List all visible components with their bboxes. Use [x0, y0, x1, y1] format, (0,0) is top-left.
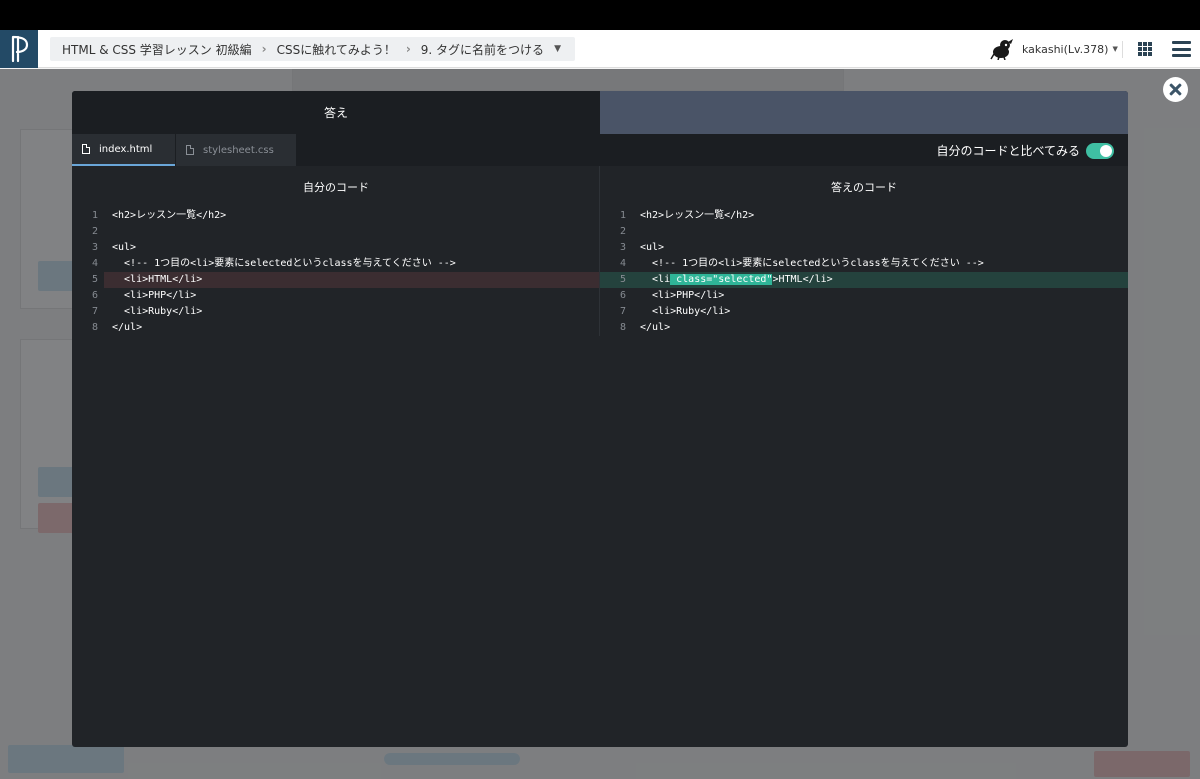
code-line: 2	[620, 226, 627, 237]
diff-highlight: class="selected"	[670, 274, 773, 285]
user-name: kakashi(Lv.378)	[1022, 42, 1109, 56]
logo[interactable]	[0, 30, 38, 68]
my-code-editor: 1 <h2>レッスン一覧</h2> 2 3 <ul> 4 <!-- 1つ目の<li>…	[72, 208, 600, 336]
my-code-pane: 自分のコード 1 <h2>レッスン一覧</h2> 2 3 <ul> 4 <!-- 1…	[72, 166, 600, 747]
file-tab-index-html[interactable]: index.html	[72, 134, 175, 166]
code-line: 3 <ul>	[620, 242, 665, 253]
breadcrumb: HTML & CSS 学習レッスン 初級編 › CSSに触れてみよう！ › 9.…	[50, 37, 575, 61]
top-strip	[0, 0, 1200, 30]
code-line: 8 </ul>	[92, 322, 143, 333]
chevron-right-icon: ›	[261, 42, 267, 56]
code-line: 7 <li>Ruby</li>	[620, 306, 731, 317]
code-line: 1 <h2>レッスン一覧</h2>	[92, 210, 227, 221]
code-line: 7 <li>Ruby</li>	[92, 306, 203, 317]
caret-down-icon: ▼	[1112, 45, 1118, 53]
file-icon	[82, 144, 90, 154]
code-line: 3 <ul>	[92, 242, 137, 253]
answer-code-title: 答えのコード	[831, 181, 897, 194]
app-header: HTML & CSS 学習レッスン 初級編 › CSSに触れてみよう！ › 9.…	[0, 30, 1200, 68]
apps-grid-icon[interactable]	[1138, 42, 1152, 56]
answer-code-pane: 答えのコード 1 <h2>レッスン一覧</h2> 2 3 <ul> 4 <!-- 1…	[600, 166, 1128, 747]
hamburger-menu-icon[interactable]	[1172, 41, 1191, 57]
compare-label: 自分のコードと比べてみる	[936, 144, 1080, 158]
code-line: 2	[92, 226, 99, 237]
breadcrumb-item-chapter[interactable]: CSSに触れてみよう！	[277, 41, 396, 58]
file-tab-label: index.html	[99, 143, 153, 155]
code-line: 1 <h2>レッスン一覧</h2>	[620, 210, 755, 221]
progate-logo-icon	[11, 35, 29, 63]
answer-code-editor: 1 <h2>レッスン一覧</h2> 2 3 <ul> 4 <!-- 1つ目の<li>…	[600, 208, 1128, 336]
answer-modal: 答え index.html stylesheet.css 自分のコードと比べてみ…	[72, 91, 1128, 747]
user-menu[interactable]: kakashi(Lv.378) ▼	[990, 38, 1118, 60]
code-line: 6 <li>PHP</li>	[92, 290, 197, 301]
code-line: 4 <!-- 1つ目の<li>要素にselectedというclassを与えてくだ…	[92, 258, 456, 269]
avatar	[990, 39, 1013, 60]
compare-toggle[interactable]	[1086, 142, 1114, 159]
code-line: 4 <!-- 1つ目の<li>要素にselectedというclassを与えてくだ…	[620, 258, 984, 269]
modal-header: 答え	[72, 91, 1128, 134]
file-icon	[186, 145, 194, 155]
file-tabs: index.html stylesheet.css 自分のコードと比べてみる	[72, 134, 1128, 166]
code-line: 6 <li>PHP</li>	[620, 290, 725, 301]
tab-answer[interactable]: 答え	[72, 91, 600, 134]
file-tab-label: stylesheet.css	[203, 144, 274, 156]
breadcrumb-item-course[interactable]: HTML & CSS 学習レッスン 初級編	[62, 41, 252, 58]
file-tab-stylesheet-css[interactable]: stylesheet.css	[176, 134, 296, 166]
breadcrumb-item-lesson[interactable]: 9. タグに名前をつける	[421, 41, 544, 58]
modal-title: 答え	[323, 106, 348, 120]
code-line-added: 5 <li class="selected">HTML</li>	[600, 272, 1128, 288]
caret-down-icon[interactable]: ▼	[554, 44, 561, 54]
code-line: 8 </ul>	[620, 322, 671, 333]
my-code-title: 自分のコード	[303, 181, 369, 194]
chevron-right-icon: ›	[405, 42, 411, 56]
tab-blank	[600, 91, 1128, 134]
code-line-removed: 5 <li>HTML</li>	[92, 272, 600, 288]
compare-toggle-group: 自分のコードと比べてみる	[936, 142, 1114, 159]
close-modal-button[interactable]	[1163, 77, 1188, 102]
header-divider	[1122, 41, 1123, 58]
